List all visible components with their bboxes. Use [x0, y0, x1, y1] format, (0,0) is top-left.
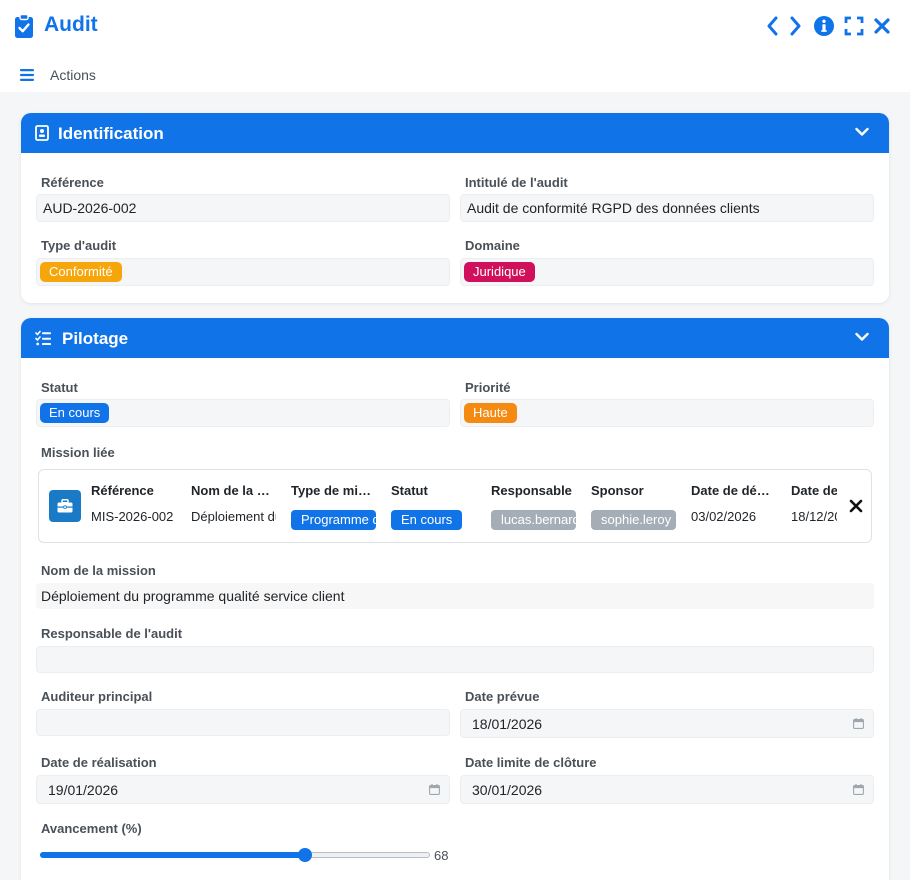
- chevron-right-icon: [790, 16, 801, 36]
- mission-header-reference: Référence: [91, 483, 154, 498]
- calendar-icon[interactable]: [853, 718, 864, 729]
- remove-mission-icon[interactable]: [849, 498, 863, 514]
- type-audit-badge: Conformité: [40, 262, 122, 282]
- responsable-audit-label: Responsable de l'audit: [41, 626, 183, 641]
- chevron-down-icon[interactable]: [855, 332, 869, 342]
- mission-cell-nom: Déploiement du programme qualité service…: [191, 509, 276, 524]
- priorite-label: Priorité: [465, 380, 511, 395]
- date-limite-value: 30/01/2026: [472, 781, 543, 798]
- mission-card[interactable]: Référence Nom de la mission Type de miss…: [38, 469, 872, 543]
- mission-header-responsable: Responsable: [491, 483, 572, 498]
- mission-header-nom: Nom de la mission: [191, 483, 273, 498]
- pilotage-panel-header[interactable]: Pilotage: [21, 318, 889, 358]
- mission-cell-reference: MIS-2026-002: [91, 509, 174, 524]
- statut-label: Statut: [41, 380, 78, 395]
- auditeur-principal-label: Auditeur principal: [41, 689, 153, 704]
- statut-field[interactable]: En cours: [36, 399, 450, 427]
- mission-header-statut: Statut: [391, 483, 428, 498]
- slider-fill: [40, 852, 305, 858]
- intitule-field[interactable]: Audit de conformité RGPD des données cli…: [460, 194, 874, 222]
- identification-panel-header[interactable]: Identification: [21, 113, 889, 153]
- actions-menu-label[interactable]: Actions: [50, 67, 96, 83]
- fullscreen-button[interactable]: [843, 14, 865, 38]
- slider-thumb[interactable]: [298, 848, 312, 862]
- page-title: Audit: [44, 13, 98, 36]
- expand-icon: [844, 16, 864, 36]
- chevron-left-icon: [767, 16, 778, 36]
- domaine-field[interactable]: Juridique: [460, 258, 874, 286]
- avancement-slider[interactable]: [40, 848, 432, 862]
- date-prevue-label: Date prévue: [465, 689, 540, 704]
- mission-header-date-debut: Date de début: [691, 483, 773, 498]
- pilotage-title: Pilotage: [62, 329, 129, 348]
- info-button[interactable]: [813, 14, 835, 38]
- reference-field[interactable]: AUD-2026-002: [36, 194, 450, 222]
- mission-liee-label: Mission liée: [41, 445, 115, 460]
- chevron-down-icon[interactable]: [855, 127, 869, 137]
- hamburger-menu-icon[interactable]: [20, 69, 34, 81]
- info-icon: [814, 16, 834, 36]
- mission-header-date-fin: Date de fin: [791, 483, 837, 498]
- type-audit-label: Type d'audit: [41, 238, 117, 253]
- identification-title: Identification: [58, 124, 164, 143]
- auditeur-principal-field[interactable]: [36, 709, 450, 736]
- date-prevue-value: 18/01/2026: [472, 715, 543, 732]
- avancement-value: 68: [434, 848, 449, 863]
- avancement-label: Avancement (%): [41, 821, 142, 836]
- window-header: Audit: [0, 0, 910, 52]
- date-limite-input[interactable]: 30/01/2026: [460, 775, 874, 804]
- statut-badge: En cours: [40, 403, 110, 423]
- mission-icon-box: [49, 490, 81, 522]
- date-realisation-label: Date de réalisation: [41, 755, 157, 770]
- calendar-icon[interactable]: [429, 784, 440, 795]
- id-badge-icon: [35, 125, 49, 141]
- mission-statut-badge: En cours: [391, 510, 463, 530]
- domaine-label: Domaine: [465, 238, 520, 253]
- list-check-icon: [35, 330, 51, 346]
- pilotage-panel: Pilotage Statut En cours Priorité Haute …: [21, 318, 889, 880]
- next-button[interactable]: [785, 14, 807, 38]
- calendar-icon[interactable]: [853, 784, 864, 795]
- intitule-label: Intitulé de l'audit: [465, 175, 568, 190]
- type-audit-field[interactable]: Conformité: [36, 258, 450, 286]
- priorite-field[interactable]: Haute: [460, 399, 874, 427]
- date-limite-label: Date limite de clôture: [465, 755, 597, 770]
- identification-panel: Identification Référence AUD-2026-002 In…: [21, 113, 889, 303]
- date-realisation-value: 19/01/2026: [48, 781, 119, 798]
- mission-type-badge: Programme qualité: [291, 510, 376, 530]
- previous-button[interactable]: [761, 14, 783, 38]
- reference-label: Référence: [41, 175, 104, 190]
- responsable-audit-field[interactable]: [36, 646, 874, 673]
- nom-mission-label: Nom de la mission: [41, 563, 156, 578]
- mission-responsable-badge: lucas.bernard: [491, 510, 576, 530]
- close-button[interactable]: [871, 14, 893, 38]
- date-prevue-input[interactable]: 18/01/2026: [460, 709, 874, 738]
- priorite-badge: Haute: [464, 403, 517, 423]
- domaine-badge: Juridique: [464, 262, 535, 282]
- clipboard-check-icon: [15, 13, 33, 38]
- mission-sponsor-badge: sophie.leroy: [591, 510, 676, 530]
- close-icon: [874, 18, 890, 34]
- actions-toolbar: [0, 52, 910, 92]
- mission-cell-date-fin: 18/12/2026: [791, 509, 837, 524]
- mission-cell-date-debut: 03/02/2026: [691, 509, 757, 524]
- nom-mission-field: Déploiement du programme qualité service…: [36, 583, 874, 609]
- audit-window: Audit Actions Identification Référence A…: [0, 0, 910, 880]
- date-realisation-input[interactable]: 19/01/2026: [36, 775, 450, 804]
- briefcase-icon: [57, 499, 73, 513]
- mission-header-type: Type de mission: [291, 483, 373, 498]
- mission-header-sponsor: Sponsor: [591, 483, 644, 498]
